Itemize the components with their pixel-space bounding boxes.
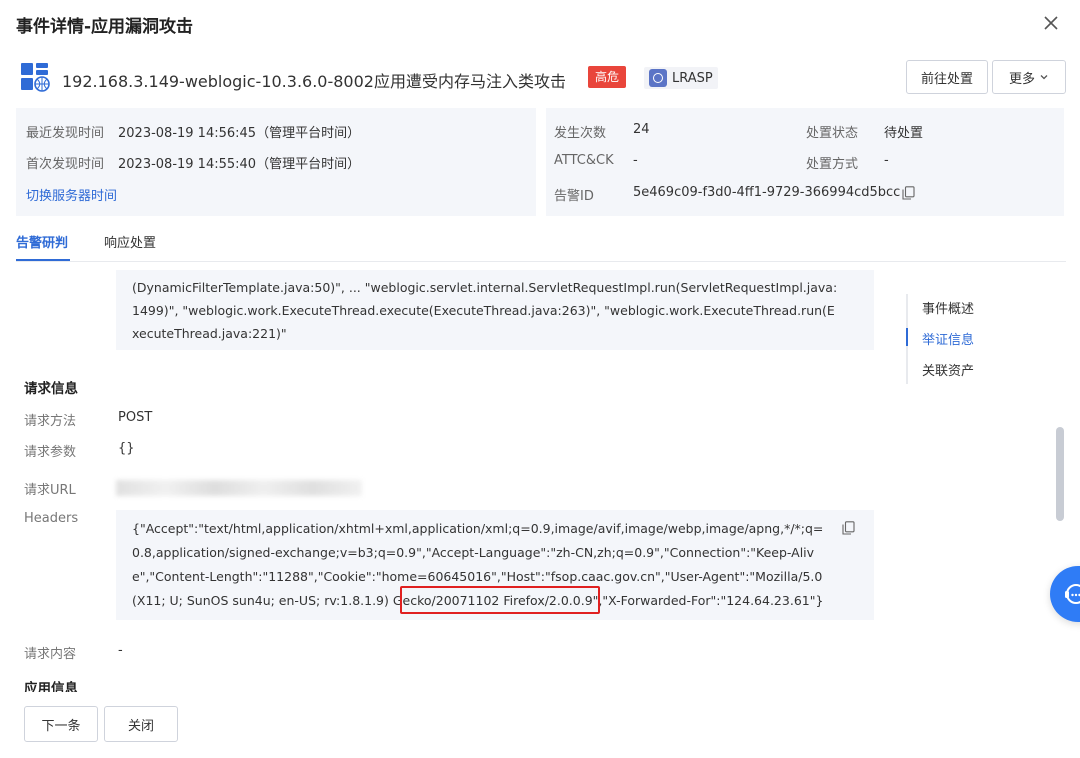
request-body-label: 请求内容 [24, 647, 77, 662]
more-button[interactable]: 更多 [992, 60, 1066, 94]
lrasp-icon [649, 69, 667, 87]
chevron-down-icon [1040, 75, 1048, 80]
stack-trace-text: (DynamicFilterTemplate.java:50)", ... "w… [132, 280, 838, 341]
headers-label: Headers [24, 511, 79, 526]
request-url-label: 请求URL [24, 483, 76, 498]
active-tab-indicator [16, 259, 70, 261]
anchor-related-assets[interactable]: 关联资产 [922, 360, 974, 379]
time-info-panel: 最近发现时间 2023-08-19 14:56:45（管理平台时间） 首次发现时… [16, 108, 536, 216]
request-method-label: 请求方法 [24, 414, 77, 429]
request-params-value: {} [118, 441, 135, 456]
severity-badge: 高危 [588, 66, 627, 88]
count-label: 发生次数 [554, 126, 607, 141]
scrollbar-thumb[interactable] [1056, 427, 1064, 521]
attck-value: - [633, 153, 638, 168]
alert-id-value: 5e469c09-f3d0-4ff1-9729-366994cd5bcc [633, 185, 901, 200]
first-seen-label: 首次发现时间 [26, 157, 105, 172]
last-seen-label: 最近发现时间 [26, 126, 105, 141]
tab-response-handling[interactable]: 响应处置 [104, 232, 156, 251]
modal-footer: 下一条 关闭 [0, 692, 1080, 758]
alert-info-panel: 发生次数 24 ATTC&CK - 告警ID 5e469c09-f3d0-4ff… [546, 108, 1064, 216]
anchor-event-overview[interactable]: 事件概述 [922, 298, 974, 317]
source-tag: LRASP [644, 67, 718, 89]
status-label: 处置状态 [806, 126, 859, 141]
close-icon[interactable] [1040, 12, 1062, 34]
more-button-label: 更多 [1008, 71, 1035, 87]
support-chat-button[interactable] [1050, 566, 1080, 622]
next-item-button[interactable]: 下一条 [24, 706, 98, 742]
chat-icon [1065, 584, 1080, 604]
first-seen-value: 2023-08-19 14:55:40（管理平台时间） [118, 157, 361, 172]
headers-panel: {"Accept":"text/html,application/xhtml+x… [116, 510, 874, 620]
source-tag-label: LRASP [672, 70, 713, 86]
alert-id-row: 5e469c09-f3d0-4ff1-9729-366994cd5bcc [633, 185, 915, 200]
method-label: 处置方式 [806, 157, 859, 172]
modal-header: 事件详情-应用漏洞攻击 [0, 0, 1080, 50]
request-info-title: 请求信息 [24, 381, 78, 397]
headers-value: {"Accept":"text/html,application/xhtml+x… [132, 521, 824, 608]
close-button[interactable]: 关闭 [104, 706, 178, 742]
application-icon [20, 62, 50, 92]
detail-tabs: 告警研判 响应处置 [16, 222, 1066, 262]
request-url-value-blurred [116, 480, 362, 496]
goto-handle-button[interactable]: 前往处置 [906, 60, 988, 94]
alert-id-label: 告警ID [554, 189, 594, 204]
anchor-evidence[interactable]: 举证信息 [922, 329, 974, 348]
request-method-value: POST [118, 410, 153, 425]
copy-icon[interactable] [842, 520, 855, 535]
anchor-active-indicator [906, 328, 908, 346]
count-value: 24 [633, 122, 650, 137]
last-seen-value: 2023-08-19 14:56:45（管理平台时间） [118, 126, 361, 141]
attck-label: ATTC&CK [554, 153, 614, 168]
switch-server-time-link[interactable]: 切换服务器时间 [26, 185, 117, 204]
modal-title: 事件详情-应用漏洞攻击 [16, 17, 194, 37]
anchor-nav: 事件概述 举证信息 关联资产 [904, 290, 1044, 390]
status-value: 待处置 [884, 126, 924, 141]
event-title: 192.168.3.149-weblogic-10.3.6.0-8002应用遭受… [62, 72, 566, 91]
tab-alert-analysis[interactable]: 告警研判 [16, 232, 68, 251]
request-params-label: 请求参数 [24, 445, 77, 460]
event-title-row: 192.168.3.149-weblogic-10.3.6.0-8002应用遭受… [16, 58, 1066, 98]
app-info-title: 应用信息 [24, 681, 78, 692]
request-body-value: - [118, 643, 123, 658]
stack-trace-panel: (DynamicFilterTemplate.java:50)", ... "w… [116, 270, 874, 350]
copy-icon[interactable] [902, 185, 915, 200]
method-value: - [884, 153, 889, 168]
